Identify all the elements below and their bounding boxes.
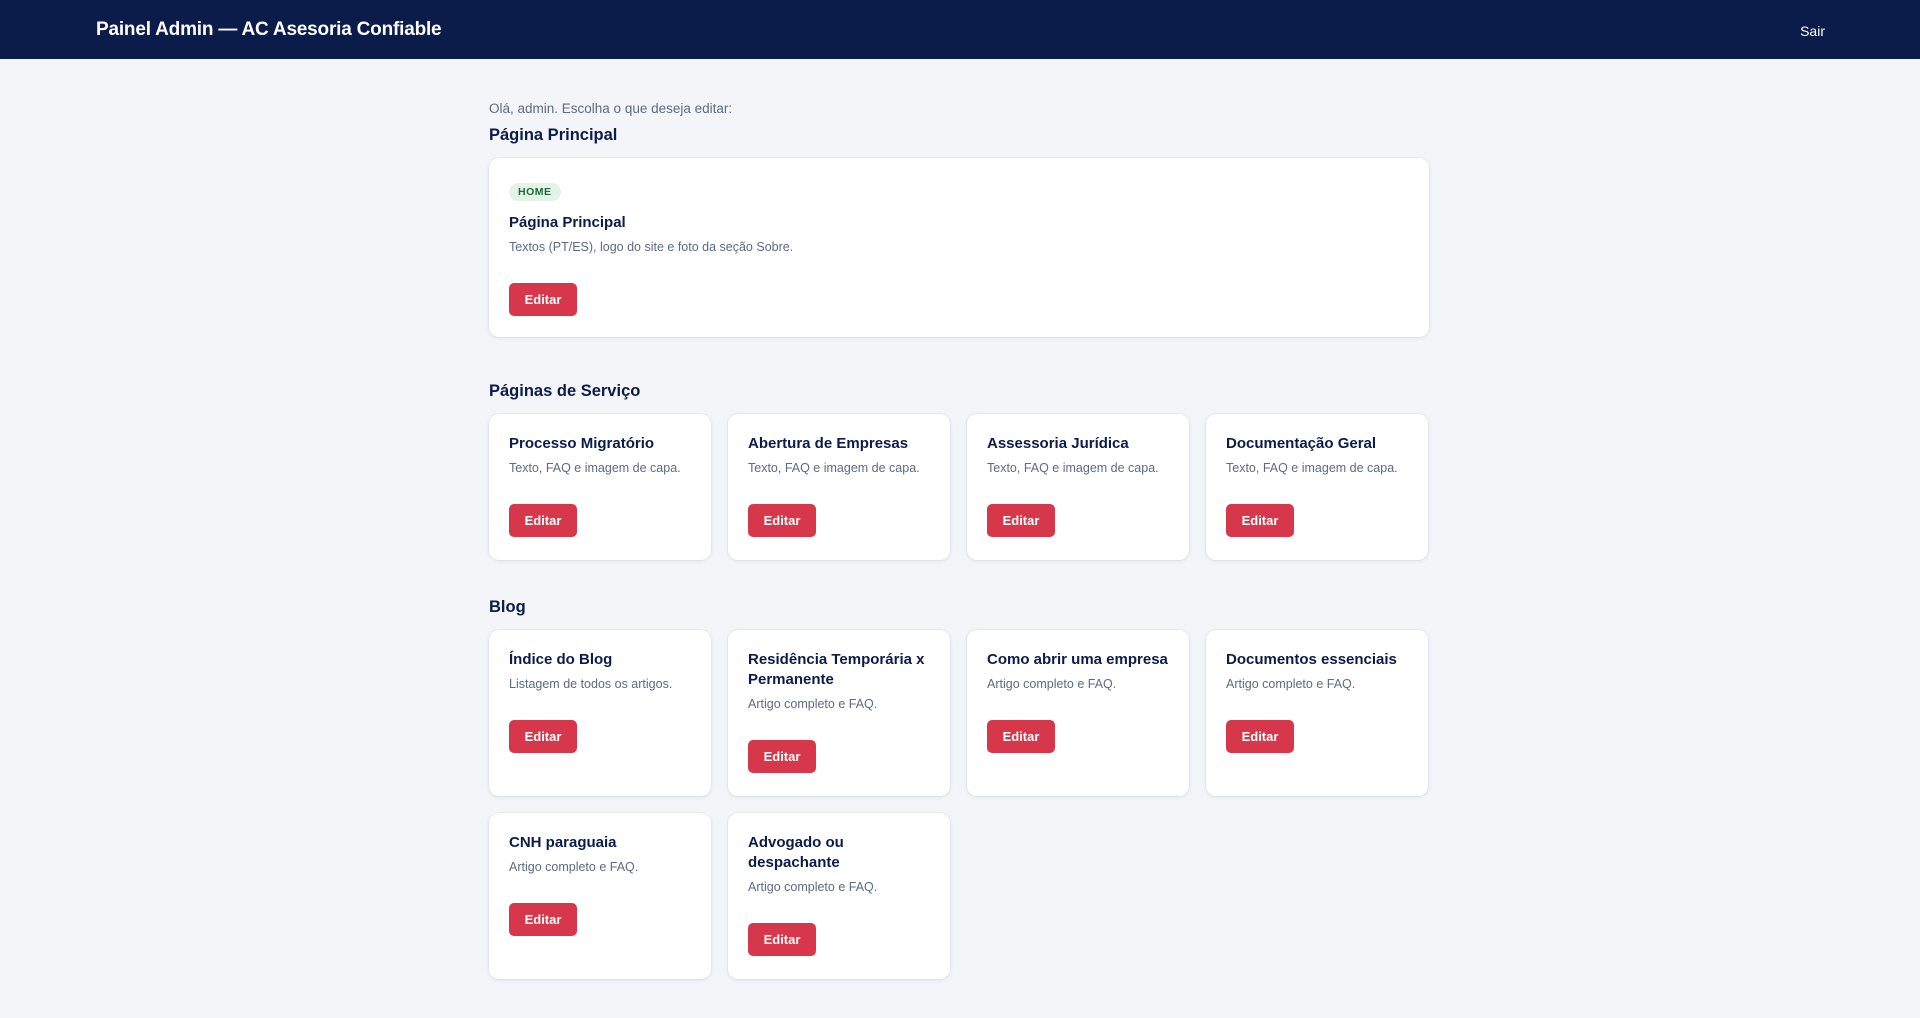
edit-blog-indice-button[interactable]: Editar [509,720,577,753]
home-page-card: HOME Página Principal Textos (PT/ES), lo… [489,158,1429,337]
card-description: Texto, FAQ e imagem de capa. [1226,461,1398,475]
card-description: Artigo completo e FAQ. [509,860,639,874]
card-title: Como abrir uma empresa [987,651,1168,668]
blog-card-advogado: Advogado ou despachante Artigo completo … [728,813,950,979]
edit-blog-abrir-empresa-button[interactable]: Editar [987,720,1055,753]
card-title: Assessoria Jurídica [987,435,1129,452]
card-description: Texto, FAQ e imagem de capa. [509,461,681,475]
service-card-migratorio: Processo Migratório Texto, FAQ e imagem … [489,414,711,560]
blog-card-cnh: CNH paraguaia Artigo completo e FAQ. Edi… [489,813,711,979]
blog-card-indice: Índice do Blog Listagem de todos os arti… [489,630,711,796]
edit-home-button[interactable]: Editar [509,283,577,316]
card-title: Residência Temporária x Permanente [748,651,925,688]
card-title: CNH paraguaia [509,834,617,851]
card-description: Texto, FAQ e imagem de capa. [748,461,920,475]
card-title: Abertura de Empresas [748,435,909,452]
edit-service-empresas-button[interactable]: Editar [748,504,816,537]
service-card-documentacao: Documentação Geral Texto, FAQ e imagem d… [1206,414,1428,560]
service-card-juridica: Assessoria Jurídica Texto, FAQ e imagem … [967,414,1189,560]
card-title: Documentos essenciais [1226,651,1397,668]
edit-blog-documentos-button[interactable]: Editar [1226,720,1294,753]
card-title: Documentação Geral [1226,435,1377,452]
section-title-home: Página Principal [489,126,618,144]
blog-card-residencia: Residência Temporária x Permanente Artig… [728,630,950,796]
card-title: Índice do Blog [509,651,613,668]
blog-grid: Índice do Blog Listagem de todos os arti… [489,630,1429,979]
edit-service-migratorio-button[interactable]: Editar [509,504,577,537]
blog-card-documentos: Documentos essenciais Artigo completo e … [1206,630,1428,796]
top-navbar: Painel Admin — AC Asesoria Confiable Sai… [0,0,1920,59]
home-badge: HOME [509,183,561,201]
card-description: Textos (PT/ES), logo do site e foto da s… [509,240,794,254]
card-description: Listagem de todos os artigos. [509,677,673,691]
edit-service-juridica-button[interactable]: Editar [987,504,1055,537]
services-grid: Processo Migratório Texto, FAQ e imagem … [489,414,1429,560]
card-description: Artigo completo e FAQ. [748,697,878,711]
card-description: Artigo completo e FAQ. [987,677,1117,691]
greeting-text: Olá, admin. Escolha o que deseja editar: [489,101,733,116]
card-title: Página Principal [509,214,626,231]
edit-blog-advogado-button[interactable]: Editar [748,923,816,956]
service-card-empresas: Abertura de Empresas Texto, FAQ e imagem… [728,414,950,560]
card-description: Artigo completo e FAQ. [1226,677,1356,691]
card-title: Processo Migratório [509,435,655,452]
card-title: Advogado ou despachante [748,834,844,871]
section-title-services: Páginas de Serviço [489,382,641,400]
edit-service-documentacao-button[interactable]: Editar [1226,504,1294,537]
main-content: Olá, admin. Escolha o que deseja editar:… [489,59,1429,979]
card-description: Artigo completo e FAQ. [748,880,878,894]
app-title: Painel Admin — AC Asesoria Confiable [96,18,442,40]
logout-link[interactable]: Sair [1800,23,1825,39]
section-title-blog: Blog [489,598,526,616]
edit-blog-cnh-button[interactable]: Editar [509,903,577,936]
blog-card-abrir-empresa: Como abrir uma empresa Artigo completo e… [967,630,1189,796]
edit-blog-residencia-button[interactable]: Editar [748,740,816,773]
card-description: Texto, FAQ e imagem de capa. [987,461,1159,475]
